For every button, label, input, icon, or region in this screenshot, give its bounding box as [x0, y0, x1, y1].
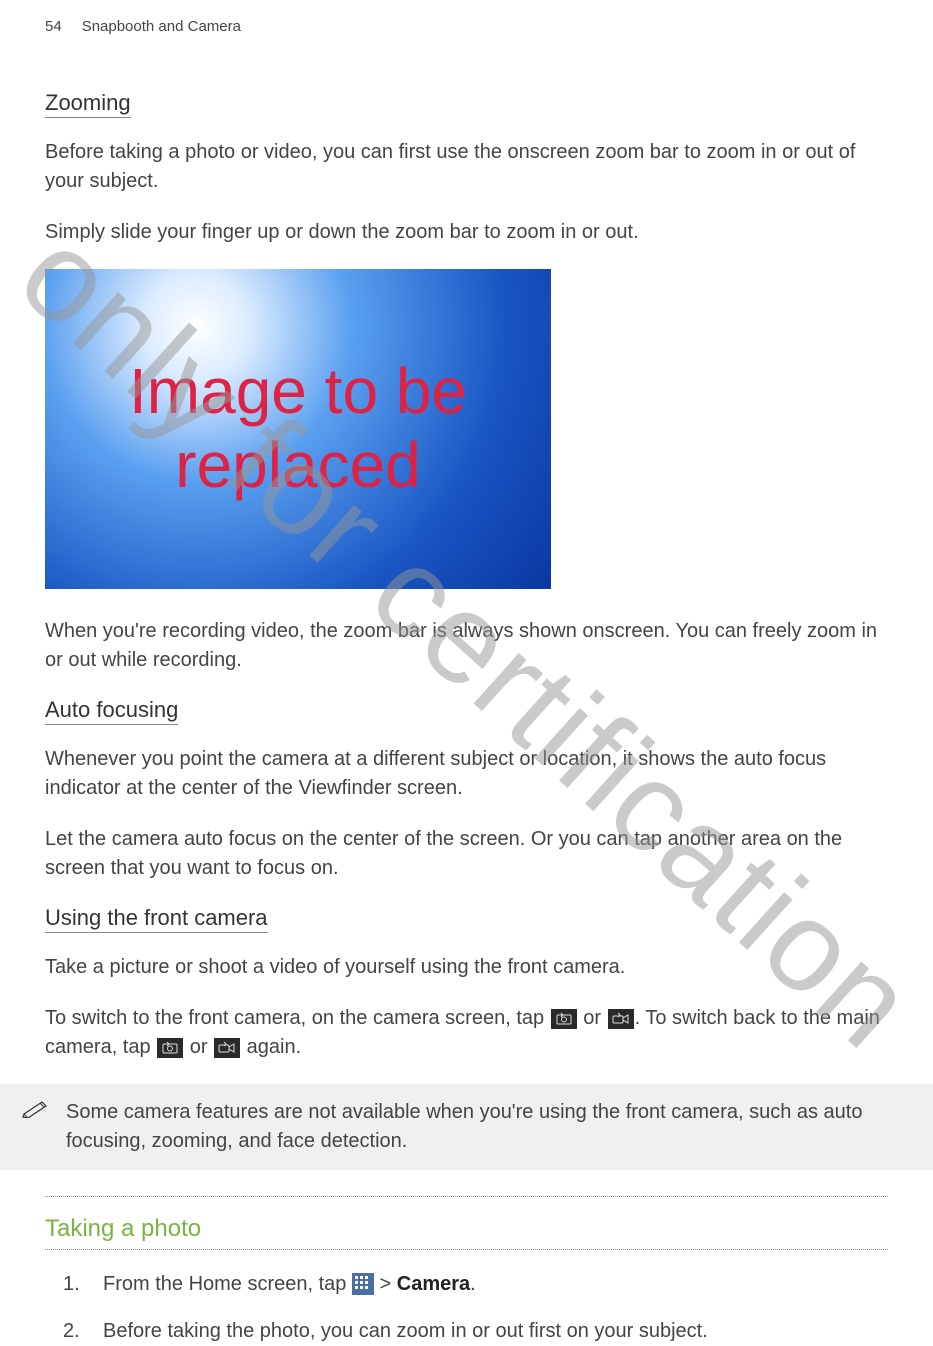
front-camera-note: Some camera features are not available w…: [0, 1084, 933, 1170]
zooming-p1: Before taking a photo or video, you can …: [45, 138, 888, 196]
frontcam-p2e: again.: [241, 1036, 301, 1058]
zoom-image-placeholder: Image to be replaced: [45, 269, 551, 589]
step1c: Camera: [397, 1273, 470, 1295]
photo-switch-icon-2: [157, 1038, 183, 1058]
dotted-line-top: [45, 1196, 888, 1197]
frontcam-p2a: To switch to the front camera, on the ca…: [45, 1007, 550, 1029]
step-2: Before taking the photo, you can zoom in…: [63, 1317, 888, 1346]
frontcam-p2b: or: [578, 1007, 607, 1029]
video-switch-icon: [608, 1009, 634, 1029]
frontcam-p2: To switch to the front camera, on the ca…: [45, 1004, 888, 1062]
autofocus-p2: Let the camera auto focus on the center …: [45, 825, 888, 883]
video-switch-icon-2: [214, 1038, 240, 1058]
zooming-p2: Simply slide your finger up or down the …: [45, 218, 888, 247]
page-number: 54: [45, 18, 62, 35]
apps-grid-icon: [352, 1273, 374, 1295]
taking-photo-title: Taking a photo: [45, 1209, 888, 1249]
photo-switch-icon: [551, 1009, 577, 1029]
frontcam-p2d: or: [184, 1036, 213, 1058]
image-overlay-text: Image to be replaced: [45, 355, 551, 502]
zooming-heading: Zooming: [45, 90, 131, 118]
frontcam-p1: Take a picture or shoot a video of yours…: [45, 953, 888, 982]
autofocus-p1: Whenever you point the camera at a diffe…: [45, 745, 888, 803]
step1d: .: [470, 1273, 476, 1295]
autofocus-heading: Auto focusing: [45, 697, 178, 725]
pencil-icon: [22, 1098, 50, 1123]
zooming-p3: When you're recording video, the zoom ba…: [45, 617, 888, 675]
dotted-line-bottom: [45, 1249, 888, 1250]
chapter-title: Snapbooth and Camera: [82, 18, 241, 35]
frontcam-heading: Using the front camera: [45, 905, 268, 933]
step1b: >: [374, 1273, 397, 1295]
step1a: From the Home screen, tap: [103, 1273, 352, 1295]
step-1: From the Home screen, tap > Camera.: [63, 1270, 888, 1299]
note-text: Some camera features are not available w…: [66, 1098, 888, 1156]
